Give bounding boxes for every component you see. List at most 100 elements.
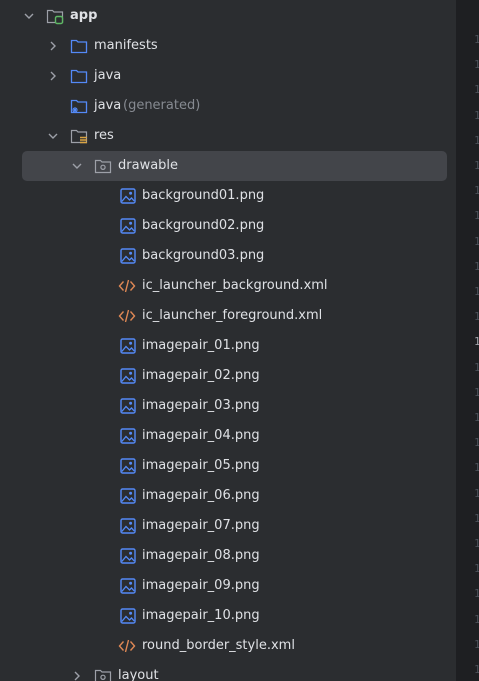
package-folder-icon (94, 669, 112, 681)
tree-node-label: ic_launcher_background.xml (142, 278, 328, 293)
image-file-icon (120, 518, 136, 534)
ide-window: app manifests java java (generated) res … (0, 0, 479, 681)
tree-node-manifests[interactable]: manifests (0, 31, 456, 61)
line-number: 1 (474, 385, 479, 399)
image-file-icon (120, 608, 136, 624)
image-file-icon (120, 218, 136, 234)
tree-node-file[interactable]: background03.png (0, 241, 456, 271)
tree-node-file[interactable]: imagepair_02.png (0, 361, 456, 391)
tree-node-label: imagepair_01.png (142, 338, 260, 353)
tree-node-label: drawable (118, 158, 179, 173)
chevron-right-icon[interactable] (47, 70, 59, 82)
line-number: 1 (474, 335, 479, 349)
tree-node-res[interactable]: res (0, 121, 456, 151)
line-number: 1 (474, 184, 479, 198)
line-number: 1 (474, 637, 479, 651)
folder-icon (70, 69, 88, 84)
tree-node-label: imagepair_08.png (142, 548, 260, 563)
image-file-icon (120, 338, 136, 354)
tree-node-file[interactable]: imagepair_01.png (0, 331, 456, 361)
line-number: 1 (474, 83, 479, 97)
tree-node-label: background01.png (142, 188, 265, 203)
image-file-icon (120, 368, 136, 384)
line-number: 1 (474, 436, 479, 450)
tree-node-label: ic_launcher_foreground.xml (142, 308, 323, 323)
line-number: 1 (474, 33, 479, 46)
line-number: 1 (474, 58, 479, 72)
tree-node-label: app (70, 8, 98, 23)
line-number: 1 (474, 310, 479, 324)
line-number: 1 (474, 612, 479, 626)
xml-file-icon (118, 279, 136, 293)
tree-node-file[interactable]: ic_launcher_foreground.xml (0, 301, 456, 331)
tree-node-file[interactable]: imagepair_10.png (0, 601, 456, 631)
chevron-right-icon[interactable] (71, 670, 83, 681)
tree-node-file[interactable]: background01.png (0, 181, 456, 211)
tree-node-file[interactable]: imagepair_07.png (0, 511, 456, 541)
tree-node-java[interactable]: java (0, 61, 456, 91)
line-number: 1 (474, 537, 479, 550)
editor-line-gutter: 111111111111111111111111111 (460, 0, 479, 681)
generated-source-folder-icon (70, 99, 88, 114)
line-number: 1 (474, 411, 479, 424)
image-file-icon (120, 188, 136, 204)
folder-icon (70, 39, 88, 54)
tree-node-file[interactable]: round_border_style.xml (0, 631, 456, 661)
chevron-down-icon[interactable] (71, 160, 83, 172)
xml-file-icon (118, 639, 136, 653)
tree-node-suffix: (generated) (123, 98, 201, 113)
image-file-icon (120, 428, 136, 444)
tree-node-label: imagepair_02.png (142, 368, 260, 383)
tree-node-label: res (94, 128, 114, 143)
line-number: 1 (474, 663, 479, 676)
tree-node-java-generated[interactable]: java (generated) (0, 91, 456, 121)
chevron-right-icon[interactable] (47, 40, 59, 52)
image-file-icon (120, 548, 136, 564)
tree-node-label: imagepair_10.png (142, 608, 260, 623)
line-number: 1 (474, 461, 479, 475)
tree-node-file[interactable]: ic_launcher_background.xml (0, 271, 456, 301)
tree-node-file[interactable]: imagepair_08.png (0, 541, 456, 571)
chevron-down-icon[interactable] (47, 130, 59, 142)
line-number: 1 (474, 486, 479, 500)
tree-node-label: background02.png (142, 218, 265, 233)
line-number: 1 (474, 259, 479, 273)
tree-node-label: imagepair_05.png (142, 458, 260, 473)
tree-node-file[interactable]: imagepair_09.png (0, 571, 456, 601)
tree-node-label: imagepair_06.png (142, 488, 260, 503)
tree-node-file[interactable]: background02.png (0, 211, 456, 241)
tree-node-label: java (94, 98, 122, 113)
tree-node-label: background03.png (142, 248, 265, 263)
line-number: 1 (474, 511, 479, 525)
tree-node-layout[interactable]: layout (0, 661, 456, 681)
image-file-icon (120, 488, 136, 504)
tree-node-drawable[interactable]: drawable (0, 151, 456, 181)
image-file-icon (120, 458, 136, 474)
line-number: 1 (474, 234, 479, 248)
package-folder-icon (94, 159, 112, 174)
line-number: 1 (474, 209, 479, 223)
image-file-icon (120, 578, 136, 594)
tree-node-label: layout (118, 668, 159, 681)
image-file-icon (120, 398, 136, 414)
tree-node-file[interactable]: imagepair_06.png (0, 481, 456, 511)
chevron-down-icon[interactable] (23, 10, 35, 22)
tree-node-label: java (94, 68, 122, 83)
tree-node-label: imagepair_07.png (142, 518, 260, 533)
line-number: 1 (474, 562, 479, 576)
tree-node-label: round_border_style.xml (142, 638, 295, 653)
line-number: 1 (474, 285, 479, 298)
module-folder-icon (46, 9, 64, 25)
line-number: 1 (474, 587, 479, 601)
tree-node-app[interactable]: app (0, 1, 456, 31)
line-number: 1 (474, 360, 479, 374)
project-tree-panel: app manifests java java (generated) res … (0, 0, 456, 681)
tree-node-label: imagepair_03.png (142, 398, 260, 413)
tree-node-label: imagepair_09.png (142, 578, 260, 593)
image-file-icon (120, 248, 136, 264)
tree-node-file[interactable]: imagepair_04.png (0, 421, 456, 451)
line-number: 1 (474, 133, 479, 147)
selection-highlight (22, 151, 447, 181)
tree-node-file[interactable]: imagepair_03.png (0, 391, 456, 421)
tree-node-file[interactable]: imagepair_05.png (0, 451, 456, 481)
